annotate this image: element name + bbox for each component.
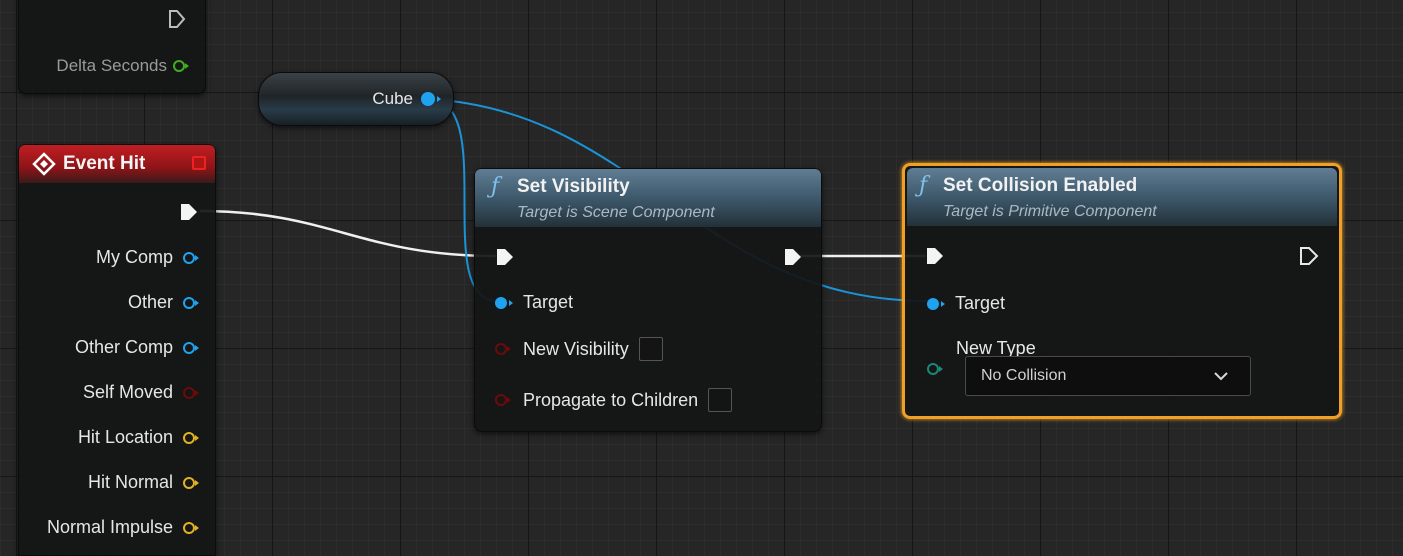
exec-out-pin[interactable] [783,247,803,267]
set-collision-enabled-node[interactable]: ƒ Set Collision Enabled Target is Primit… [902,163,1342,419]
event-hit-pin-row[interactable]: Other [127,292,199,313]
event-hit-pin-row[interactable]: Other Comp [74,337,199,358]
set-visibility-node[interactable]: ƒ Set Visibility Target is Scene Compone… [474,168,822,432]
cube-output-pin[interactable] [421,92,441,106]
new-visibility-pin[interactable] [495,343,511,355]
event-hit-pin-row[interactable]: Self Moved [82,382,199,403]
event-hit-pin-row[interactable]: Hit Location [77,427,199,448]
new-visibility-checkbox[interactable] [638,337,663,361]
output-pin[interactable] [183,251,199,264]
target-pin[interactable] [495,296,513,309]
exec-out-pin[interactable] [1299,246,1319,266]
pin-label: Other Comp [74,337,173,357]
event-hit-pin-row[interactable]: My Comp [95,247,199,268]
set-visibility-title: Set Visibility [517,176,630,197]
event-hit-pin-row[interactable]: Hit Normal [87,472,199,493]
output-pin[interactable] [183,431,199,444]
target-label: Target [523,292,574,312]
delta-seconds-pin[interactable] [173,60,189,72]
output-pin[interactable] [183,296,199,309]
pin-label: Other [127,292,173,312]
exec-out-pin[interactable] [179,202,199,222]
event-diamond-icon [32,152,56,176]
chevron-down-icon [1214,372,1228,381]
target-pin[interactable] [927,297,945,310]
pin-label: Normal Impulse [46,517,173,537]
event-hit-pin-row[interactable]: Normal Impulse [46,517,199,538]
pin-label: Hit Location [77,427,173,447]
new-visibility-label: New Visibility [523,338,629,359]
event-delegate-pin[interactable] [192,156,206,170]
propagate-pin[interactable] [495,394,511,406]
event-tick-node[interactable]: Delta Seconds [18,0,206,94]
new-type-dropdown[interactable]: No Collision [965,356,1251,396]
cube-variable-node[interactable]: Cube [258,72,454,126]
set-visibility-header: ƒ Set Visibility Target is Scene Compone… [475,169,821,227]
set-collision-header: ƒ Set Collision Enabled Target is Primit… [907,168,1337,226]
exec-out-pin[interactable] [168,9,186,29]
exec-in-pin[interactable] [925,246,945,266]
propagate-checkbox[interactable] [708,388,733,412]
propagate-label: Propagate to Children [523,389,699,410]
delta-seconds-label: Delta Seconds [56,56,167,75]
output-pin[interactable] [183,341,199,354]
exec-wire-event-to-visibility[interactable] [199,209,497,258]
dropdown-value: No Collision [981,367,1067,384]
target-label: Target [955,293,1006,313]
pin-label: Self Moved [82,382,173,402]
new-type-pin[interactable] [927,363,943,375]
set-collision-subtitle: Target is Primitive Component [943,203,1157,220]
function-icon: ƒ [491,174,500,199]
output-pin[interactable] [183,476,199,489]
event-hit-title: Event Hit [63,153,146,174]
exec-in-pin[interactable] [495,247,515,267]
function-icon: ƒ [919,173,928,198]
set-visibility-subtitle: Target is Scene Component [517,204,715,221]
output-pin[interactable] [183,386,199,399]
pin-label: Hit Normal [87,472,173,492]
pin-label: My Comp [95,247,173,267]
cube-label: Cube [372,89,413,108]
event-hit-header: Event Hit [19,145,215,183]
event-hit-node[interactable]: Event Hit My Comp Other Other Comp Self Mov… [18,144,216,556]
output-pin[interactable] [183,521,199,534]
set-collision-title: Set Collision Enabled [943,175,1138,196]
